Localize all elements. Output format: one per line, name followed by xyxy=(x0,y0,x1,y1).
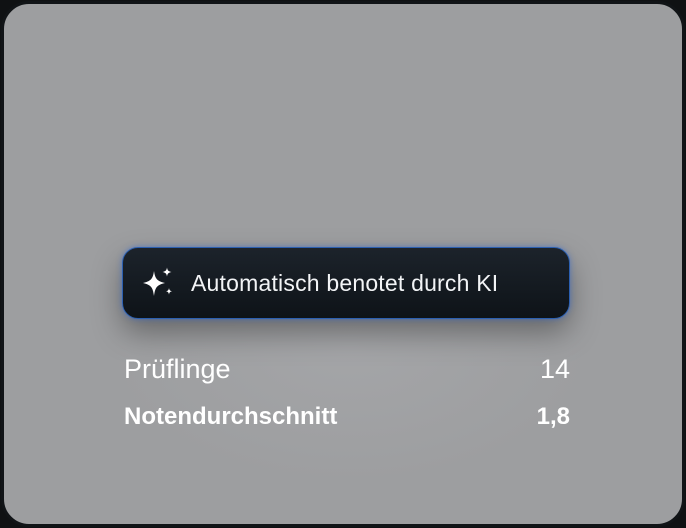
grade-average-value: 1,8 xyxy=(536,403,570,430)
participants-row: Prüflinge 14 xyxy=(124,354,570,385)
ai-graded-badge[interactable]: Automatisch benotet durch KI xyxy=(122,247,570,319)
sparkle-icon xyxy=(143,267,172,296)
participants-value: 14 xyxy=(539,354,570,384)
ai-graded-label: Automatisch benotet durch KI xyxy=(191,270,499,296)
participants-label: Prüflinge xyxy=(124,354,231,384)
grade-average-label: Notendurchschnitt xyxy=(124,403,338,430)
card-frame: Automatisch benotet durch KI Prüflinge 1… xyxy=(1,1,685,527)
grade-average-row: Notendurchschnitt 1,8 xyxy=(124,403,570,431)
